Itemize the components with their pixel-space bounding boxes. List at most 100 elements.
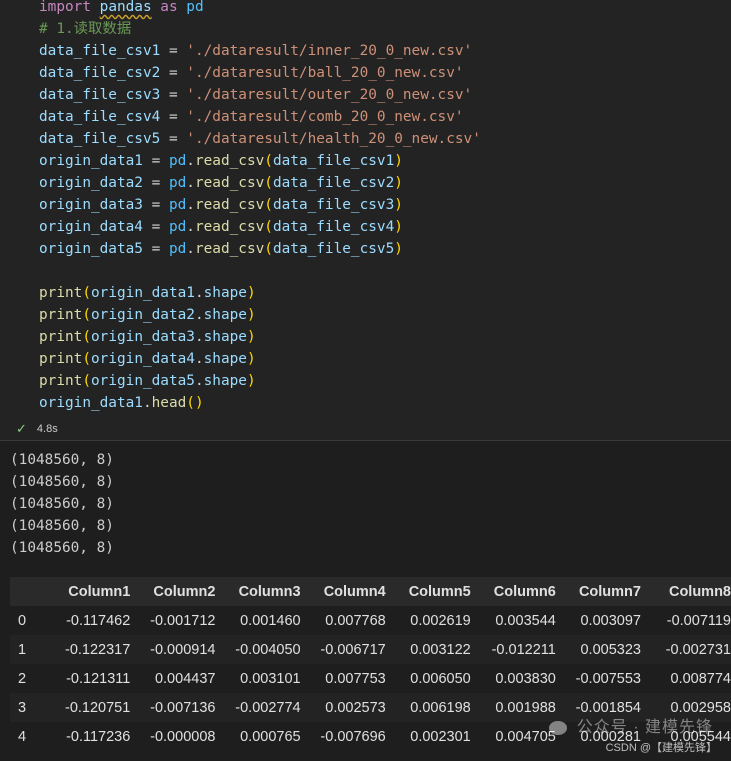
code-token: . (186, 153, 195, 169)
table-cell: 0.000765 (240, 728, 301, 745)
code-token: data_file_csv5 (272, 241, 395, 257)
code-token: read_csv (194, 219, 265, 235)
column-header: Column3 (238, 583, 301, 600)
code-token: print (39, 307, 83, 323)
code-token: ) (394, 219, 403, 235)
code-line: print(origin_data4.shape) (39, 348, 481, 370)
code-token: pd (168, 197, 187, 213)
code-token: ( (264, 197, 273, 213)
code-token: = (142, 197, 169, 213)
stdout-line: (1048560, 8) (10, 474, 114, 490)
check-icon: ✓ (16, 421, 27, 436)
code-token: = (160, 43, 187, 59)
code-token: pandas (99, 0, 152, 15)
stdout-line: (1048560, 8) (10, 540, 114, 556)
code-line: origin_data1 = pd.read_csv(data_file_csv… (39, 150, 481, 172)
code-token: ) (394, 175, 403, 191)
code-token: = (142, 153, 169, 169)
row-index: 1 (18, 641, 27, 658)
column-header: Column5 (408, 583, 471, 600)
code-token: ( (82, 329, 91, 345)
code-cell[interactable]: import pandas as pd # 1.读取数据 data_file_csv… (0, 0, 731, 441)
code-token: data_file_csv3 (272, 197, 395, 213)
code-token: ) (394, 197, 403, 213)
code-token: origin_data3 (39, 197, 143, 213)
code-token: ( (82, 351, 91, 367)
code-token: origin_data1 (39, 395, 143, 411)
code-token: ) (246, 329, 256, 345)
code-token: origin_data2 (91, 307, 195, 323)
code-token: shape (203, 307, 247, 323)
code-token: = (142, 241, 169, 257)
code-token: . (194, 285, 204, 301)
code-line: origin_data4 = pd.read_csv(data_file_csv… (39, 216, 481, 238)
row-index: 2 (18, 670, 27, 687)
code-line: origin_data2 = pd.read_csv(data_file_csv… (39, 172, 481, 194)
code-token: origin_data5 (39, 241, 143, 257)
table-cell: -0.120751 (65, 699, 131, 716)
code-token: shape (203, 329, 247, 345)
code-token: print (39, 351, 83, 367)
stdout-line: (1048560, 8) (10, 518, 114, 534)
csdn-watermark: CSDN @【建模先锋】 (605, 742, 717, 754)
code-token: ) (246, 307, 256, 323)
execution-status: ✓ 4.8s (16, 420, 58, 438)
code-token: . (186, 219, 195, 235)
code-token: . (194, 373, 204, 389)
column-header: Column7 (578, 583, 641, 600)
code-token: ( (82, 285, 91, 301)
stdout-text: (1048560, 8) (1048560, 8) (1048560, 8) (104… (10, 449, 114, 559)
code-token: './dataresult/outer_20_0_new.csv' (186, 87, 473, 103)
table-cell: 0.001460 (240, 612, 301, 629)
code-token: data_file_csv5 (39, 131, 161, 147)
column-header: Column1 (68, 583, 131, 600)
column-header: Column2 (153, 583, 216, 600)
code-token: print (39, 285, 83, 301)
table-cell: 0.006050 (410, 670, 471, 687)
cell-output: (1048560, 8) (1048560, 8) (1048560, 8) (104… (0, 441, 731, 761)
table-header-row: Column1 Column2 Column3 Column4 Column5 Colum… (10, 577, 731, 606)
table-cell: -0.000914 (150, 641, 216, 658)
code-token: ( (82, 373, 91, 389)
code-token: origin_data1 (39, 153, 143, 169)
code-line: print(origin_data2.shape) (39, 304, 481, 326)
table-cell: 0.003122 (410, 641, 471, 658)
table-cell: 0.005323 (580, 641, 641, 658)
code-token: . (142, 395, 152, 411)
code-token: shape (203, 373, 247, 389)
table-cell: -0.001712 (150, 612, 216, 629)
row-index: 3 (18, 699, 27, 716)
code-token: pd (168, 219, 187, 235)
table-row: 0 -0.117462 -0.001712 0.001460 0.007768 0.002… (10, 606, 731, 635)
run-time: 4.8s (36, 423, 58, 435)
code-token: = (160, 131, 187, 147)
code-line: print(origin_data5.shape) (39, 370, 481, 392)
code-token: data_file_csv3 (39, 87, 161, 103)
table-cell: -0.002774 (235, 699, 301, 716)
code-token: shape (203, 351, 247, 367)
watermark: 公众号 · 建模先锋 (549, 713, 713, 737)
table-cell: 0.007753 (325, 670, 386, 687)
code-editor[interactable]: import pandas as pd # 1.读取数据 data_file_csv… (39, 0, 481, 414)
code-token: shape (203, 285, 247, 301)
code-token: data_file_csv1 (272, 153, 395, 169)
code-token: = (160, 87, 187, 103)
code-token: data_file_csv4 (39, 109, 161, 125)
stdout-line: (1048560, 8) (10, 452, 114, 468)
code-token: read_csv (194, 175, 265, 191)
table-cell: -0.007136 (150, 699, 216, 716)
code-token: . (194, 307, 204, 323)
index-header (10, 577, 45, 606)
code-token: origin_data4 (91, 351, 195, 367)
code-token: pd (168, 241, 187, 257)
code-token: ( (264, 153, 273, 169)
table-cell: 0.003544 (495, 612, 556, 629)
code-token: read_csv (194, 153, 265, 169)
code-token: print (39, 373, 83, 389)
code-token: ) (394, 153, 403, 169)
stdout-line: (1048560, 8) (10, 496, 114, 512)
code-token: data_file_csv2 (272, 175, 395, 191)
code-token: origin_data5 (91, 373, 195, 389)
code-token: './dataresult/ball_20_0_new.csv' (186, 65, 464, 81)
